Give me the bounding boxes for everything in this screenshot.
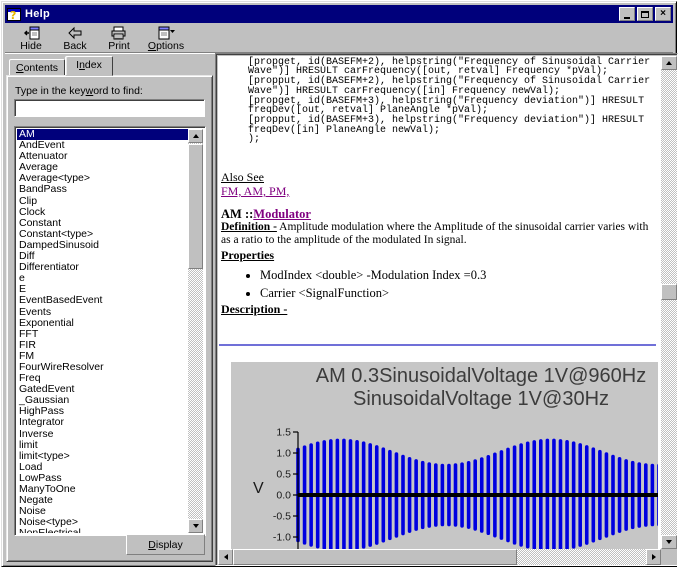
property-item: ModIndex <double> -Modulation Index =0.3 [260, 268, 486, 283]
list-item[interactable]: DampedSinusoid [17, 240, 188, 251]
list-item[interactable]: Exponential [17, 318, 188, 329]
svg-text:1.0: 1.0 [276, 448, 291, 460]
back-arrow-icon [66, 25, 84, 41]
window-title: Help [25, 8, 50, 20]
hide-button[interactable]: Hide [11, 24, 51, 52]
scroll-right-button[interactable] [646, 549, 661, 565]
down-arrow-icon [193, 524, 199, 528]
help-book-icon [7, 8, 21, 21]
idl-code-block: Wave")] HRESULT ampProduct([in] Voltage … [248, 56, 650, 145]
list-item[interactable]: limit<type> [17, 451, 188, 462]
modulator-link[interactable]: Modulator [253, 207, 311, 221]
property-item: Carrier <SignalFunction> [260, 286, 486, 301]
title-bar[interactable]: Help × [5, 5, 673, 23]
svg-text:0.0: 0.0 [276, 490, 291, 502]
properties-label: Properties [221, 248, 274, 263]
scrollbar-thumb[interactable] [233, 549, 517, 565]
minimize-icon [624, 17, 630, 19]
am-waveform-chart: AM 0.3SinusoidalVoltage 1V@960Hz Sinusoi… [231, 362, 658, 549]
list-item[interactable]: NonElectrical [17, 528, 188, 533]
list-item[interactable]: FFT [17, 329, 188, 340]
down-arrow-icon [666, 540, 672, 544]
hide-icon [22, 25, 40, 41]
right-arrow-icon [652, 554, 656, 560]
description-label: Description - [221, 302, 287, 317]
list-item[interactable]: e [17, 273, 188, 284]
toolbar: Hide Back [5, 24, 673, 52]
scroll-left-button[interactable] [218, 549, 233, 565]
scroll-up-button[interactable] [188, 129, 203, 143]
svg-text:-0.5: -0.5 [273, 511, 291, 523]
maximize-button[interactable] [637, 7, 653, 21]
minimize-button[interactable] [619, 7, 635, 21]
waveform-plot: 1.5 1.0 0.5 0.0 -0.5 -1.0 [231, 362, 658, 549]
keyword-rows: AMAndEventAttenuatorAverageAverage<type>… [17, 129, 188, 533]
options-icon [156, 25, 176, 41]
navigation-pane: Contents Index Type in the keyword to fi… [6, 55, 214, 562]
definition-text: Definition - Amplitude modulation where … [221, 221, 657, 247]
scroll-up-button[interactable] [661, 56, 677, 70]
vertical-scrollbar[interactable] [661, 56, 677, 549]
display-button[interactable]: Display [126, 534, 205, 555]
up-arrow-icon [666, 61, 672, 65]
printer-icon [110, 25, 128, 41]
up-arrow-icon [193, 134, 199, 138]
topic-content[interactable]: Wave")] HRESULT ampProduct([in] Voltage … [218, 56, 660, 549]
list-item[interactable]: EventBasedEvent [17, 295, 188, 306]
tab-index[interactable]: Index [65, 56, 113, 76]
scrollbar-thumb[interactable] [188, 144, 203, 269]
keyword-list-scrollbar[interactable] [188, 129, 203, 533]
list-item[interactable]: FourWireResolver [17, 362, 188, 373]
also-see-label: Also See [221, 170, 264, 185]
svg-text:0.5: 0.5 [276, 469, 291, 481]
list-item[interactable]: Inverse [17, 429, 188, 440]
horizontal-scrollbar[interactable] [218, 549, 661, 565]
scroll-down-button[interactable] [661, 535, 677, 549]
y-axis-label: V [253, 480, 264, 498]
left-arrow-icon [224, 554, 228, 560]
close-button[interactable]: × [655, 7, 671, 21]
list-item[interactable]: Events [17, 307, 188, 318]
scroll-down-button[interactable] [188, 519, 203, 533]
maximize-icon [641, 11, 649, 18]
screen: Help × Hide [0, 0, 693, 585]
list-item[interactable]: Differentiator [17, 262, 188, 273]
scrollbar-corner [661, 549, 677, 565]
topic-pane: Wave")] HRESULT ampProduct([in] Voltage … [215, 53, 678, 566]
list-item[interactable]: FIR [17, 340, 188, 351]
svg-text:1.5: 1.5 [276, 427, 291, 439]
scrollbar-thumb[interactable] [661, 284, 677, 300]
options-button[interactable]: Options [143, 24, 189, 52]
also-see-links[interactable]: FM, AM, PM, [221, 184, 289, 199]
keyword-find-label: Type in the keyword to find: [15, 85, 143, 97]
tab-contents[interactable]: Contents [9, 59, 65, 76]
keyword-input[interactable] [14, 99, 205, 117]
close-icon: × [660, 9, 666, 19]
index-tab-page: Type in the keyword to find: AMAndEventA… [6, 75, 213, 562]
back-button[interactable]: Back [55, 24, 95, 52]
print-button[interactable]: Print [99, 24, 139, 52]
svg-text:-1.0: -1.0 [273, 532, 291, 544]
keyword-listbox: AMAndEventAttenuatorAverageAverage<type>… [14, 126, 206, 536]
properties-list: ModIndex <double> -Modulation Index =0.3… [260, 268, 486, 304]
horizontal-rule [219, 344, 656, 346]
list-item[interactable]: BandPass [17, 184, 188, 195]
topic-heading: AM ::Modulator [221, 207, 311, 222]
list-item[interactable]: Clip [17, 196, 188, 207]
list-item[interactable]: Integrator [17, 417, 188, 428]
help-window: Help × Hide [1, 1, 677, 567]
